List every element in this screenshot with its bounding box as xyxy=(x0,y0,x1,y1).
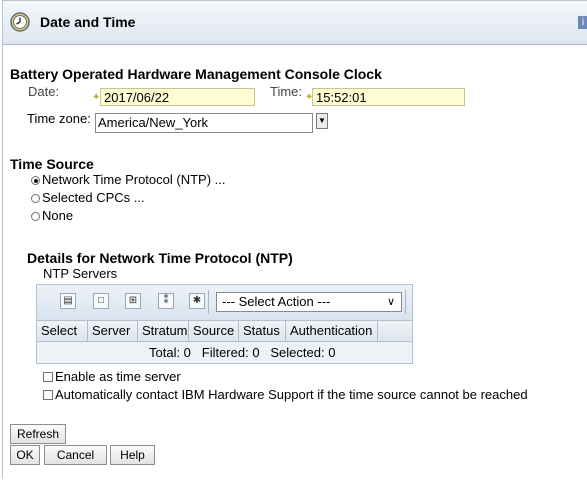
refresh-button[interactable]: Refresh xyxy=(10,424,66,444)
timezone-label: Time zone: xyxy=(27,111,91,126)
window-title: Date and Time xyxy=(40,14,136,30)
column-header-authentication[interactable]: Authentication xyxy=(286,321,378,341)
ok-button[interactable]: OK xyxy=(10,445,40,465)
checkbox-label: Enable as time server xyxy=(55,369,181,384)
select-action-dropdown[interactable]: --- Select Action --- ∨ xyxy=(216,292,402,312)
timezone-value: America/New_York xyxy=(98,115,209,130)
column-header-stratum[interactable]: Stratum xyxy=(138,321,189,341)
radio-button[interactable] xyxy=(31,194,40,203)
timezone-select[interactable]: America/New_York xyxy=(95,113,313,133)
timezone-dropdown-arrow-icon[interactable]: ▼ xyxy=(316,113,328,129)
radio-button[interactable] xyxy=(31,212,40,221)
radio-button-selected[interactable] xyxy=(31,176,40,185)
toolbar-divider xyxy=(208,290,209,314)
toolbar-divider xyxy=(405,290,406,314)
column-header-server[interactable]: Server xyxy=(88,321,138,341)
table-header: Select Server Stratum Source Status Auth… xyxy=(37,320,412,342)
radio-label: None xyxy=(42,208,74,223)
enable-time-server-option[interactable]: Enable as time server xyxy=(43,369,181,384)
radio-label: Network Time Protocol (NTP) ... xyxy=(42,172,226,187)
column-config-icon[interactable]: ⁑ xyxy=(158,293,174,309)
table-footer: Total: 0 Filtered: 0 Selected: 0 xyxy=(37,342,412,363)
column-header-select[interactable]: Select xyxy=(37,321,88,341)
title-bar: Date and Time i xyxy=(3,1,587,45)
ntp-details-heading: Details for Network Time Protocol (NTP) xyxy=(27,250,293,266)
clock-section-heading: Battery Operated Hardware Management Con… xyxy=(10,66,382,82)
clock-icon xyxy=(10,12,30,32)
checkbox-label: Automatically contact IBM Hardware Suppo… xyxy=(55,387,528,402)
radio-option-none[interactable]: None xyxy=(31,208,73,223)
chevron-down-icon: ∨ xyxy=(386,296,395,308)
settings-icon[interactable]: ✱ xyxy=(189,293,205,309)
column-header-source[interactable]: Source xyxy=(189,321,239,341)
select-all-icon[interactable]: ▤ xyxy=(60,293,76,309)
ntp-servers-table: ▤ □ ⊞ ⁑ ✱ --- Select Action --- ∨ Select… xyxy=(36,284,413,364)
checkbox[interactable] xyxy=(43,390,53,400)
deselect-all-icon[interactable]: □ xyxy=(93,293,109,309)
time-label: Time: xyxy=(270,84,303,99)
time-source-heading: Time Source xyxy=(10,156,94,172)
column-header-status[interactable]: Status xyxy=(239,321,286,341)
table-summary: Total: 0 Filtered: 0 Selected: 0 xyxy=(149,345,336,360)
time-field[interactable]: 15:52:01 xyxy=(312,88,465,106)
filter-icon[interactable]: ⊞ xyxy=(125,293,141,309)
ntp-servers-label: NTP Servers xyxy=(43,266,118,281)
help-button[interactable]: Help xyxy=(110,445,155,465)
radio-option-ntp[interactable]: Network Time Protocol (NTP) ... xyxy=(31,172,225,187)
checkbox[interactable] xyxy=(43,372,53,382)
info-help-icon[interactable]: i xyxy=(578,16,587,29)
table-toolbar: ▤ □ ⊞ ⁑ ✱ --- Select Action --- ∨ xyxy=(37,285,412,320)
radio-label: Selected CPCs ... xyxy=(42,190,145,205)
date-label: Date: xyxy=(28,84,60,99)
select-action-label: --- Select Action --- xyxy=(222,294,331,309)
date-field[interactable]: 2017/06/22 xyxy=(100,88,255,106)
cancel-button[interactable]: Cancel xyxy=(44,445,107,465)
auto-contact-support-option[interactable]: Automatically contact IBM Hardware Suppo… xyxy=(43,387,528,402)
radio-option-cpcs[interactable]: Selected CPCs ... xyxy=(31,190,145,205)
